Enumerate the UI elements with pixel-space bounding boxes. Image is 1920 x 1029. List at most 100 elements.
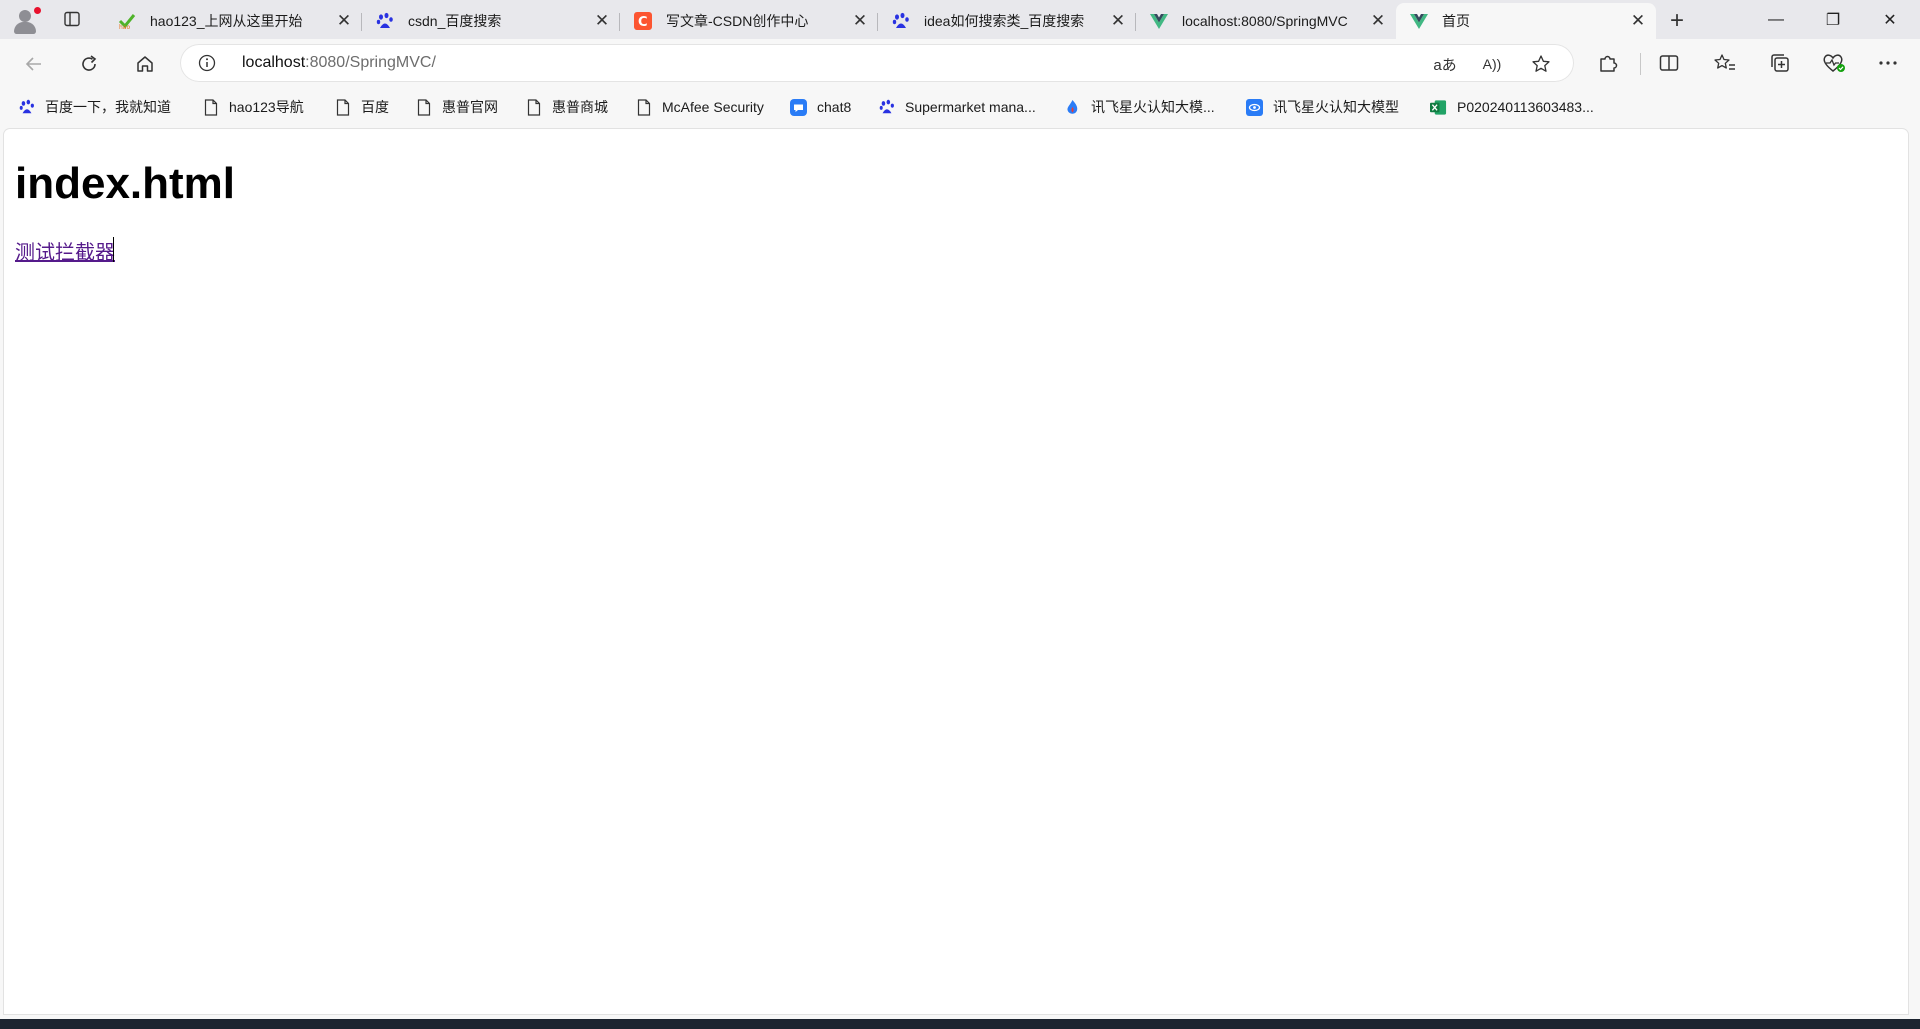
avatar-body bbox=[14, 22, 36, 34]
page-icon bbox=[334, 98, 351, 116]
bookmark-label: Supermarket mana... bbox=[905, 99, 1036, 115]
tab-title: idea如何搜索类_百度搜索 bbox=[924, 13, 1085, 29]
restore-button[interactable]: ❐ bbox=[1805, 0, 1861, 39]
bookmark-baidu-home[interactable]: 百度一下，我就知道 bbox=[18, 97, 171, 117]
bookmarks-bar: 百度一下，我就知道 hao123导航 百度 惠普官网 惠普商城 McAfee S… bbox=[0, 89, 1920, 125]
url-host: localhost bbox=[242, 54, 306, 71]
close-icon[interactable]: ✕ bbox=[594, 11, 610, 30]
spark-box-icon bbox=[1246, 98, 1263, 116]
bookmark-label: 百度 bbox=[361, 99, 389, 115]
star-outline-icon bbox=[1532, 55, 1550, 72]
bookmark-excel-file[interactable]: P020240113603483... bbox=[1430, 97, 1594, 117]
bookmark-hp-official[interactable]: 惠普官网 bbox=[415, 97, 498, 117]
close-icon[interactable]: ✕ bbox=[1110, 11, 1126, 30]
page-icon bbox=[525, 98, 542, 116]
new-tab-button[interactable]: + bbox=[1664, 7, 1690, 34]
excel-icon bbox=[1430, 99, 1447, 116]
bookmark-label: 惠普商城 bbox=[552, 99, 608, 115]
favorite-star-icon[interactable] bbox=[1530, 53, 1552, 75]
chat-bubble-icon bbox=[790, 98, 807, 116]
close-icon[interactable]: ✕ bbox=[1630, 11, 1646, 30]
bookmark-label: 讯飞星火认知大模型 bbox=[1273, 99, 1399, 115]
bookmark-baidu[interactable]: 百度 bbox=[334, 97, 389, 117]
close-icon[interactable]: ✕ bbox=[852, 11, 868, 30]
toolbar-divider bbox=[1640, 53, 1641, 75]
baidu-paw-icon bbox=[18, 99, 35, 116]
tab-localhost[interactable]: localhost:8080/SpringMVC ✕ bbox=[1136, 3, 1396, 39]
hao123-favicon: hao bbox=[118, 12, 136, 30]
bookmark-label: 惠普官网 bbox=[442, 99, 498, 115]
collections-button[interactable] bbox=[1768, 51, 1792, 75]
heart-pulse-icon bbox=[1823, 54, 1845, 72]
url-text[interactable]: localhost:8080/SpringMVC/ bbox=[242, 54, 436, 72]
bookmark-label: P020240113603483... bbox=[1457, 99, 1594, 115]
tab-csdn-write[interactable]: C 写文章-CSDN创作中心 ✕ bbox=[620, 3, 878, 39]
window-close-button[interactable]: ✕ bbox=[1862, 0, 1918, 39]
bookmark-hao123[interactable]: hao123导航 bbox=[202, 97, 304, 117]
bookmark-label: chat8 bbox=[817, 99, 852, 115]
bookmark-spark-model-2[interactable]: 讯飞星火认知大模型 bbox=[1246, 97, 1399, 117]
read-aloud-icon[interactable]: A)) bbox=[1477, 53, 1507, 75]
vue-favicon bbox=[1410, 12, 1428, 30]
text-cursor bbox=[113, 237, 114, 262]
translate-icon[interactable]: aあ bbox=[1430, 53, 1460, 75]
bookmark-hp-store[interactable]: 惠普商城 bbox=[525, 97, 608, 117]
page-heading: index.html bbox=[15, 159, 236, 208]
page-icon bbox=[415, 98, 432, 116]
close-icon[interactable]: ✕ bbox=[1370, 11, 1386, 30]
refresh-button[interactable] bbox=[73, 48, 105, 80]
bookmark-supermarket[interactable]: Supermarket mana... bbox=[878, 97, 1036, 117]
close-icon[interactable]: ✕ bbox=[336, 11, 352, 30]
split-screen-icon bbox=[1659, 55, 1679, 71]
bookmark-label: McAfee Security bbox=[662, 99, 764, 115]
baidu-paw-icon bbox=[878, 99, 895, 116]
tab-home-active[interactable]: 首页 ✕ bbox=[1396, 3, 1656, 39]
tab-title: 写文章-CSDN创作中心 bbox=[666, 13, 809, 29]
refresh-icon bbox=[82, 55, 97, 71]
page-icon bbox=[202, 98, 219, 116]
minimize-button[interactable]: — bbox=[1748, 0, 1804, 39]
csdn-c-favicon: C bbox=[634, 12, 652, 30]
url-path: :8080/SpringMVC/ bbox=[305, 54, 436, 71]
vue-favicon bbox=[1150, 12, 1168, 30]
home-button[interactable] bbox=[129, 48, 161, 80]
browser-toolbar: localhost:8080/SpringMVC/ aあ A)) bbox=[0, 39, 1920, 89]
baidu-paw-favicon bbox=[892, 12, 910, 30]
tab-csdn-search[interactable]: csdn_百度搜索 ✕ bbox=[362, 3, 620, 39]
svg-text:hao: hao bbox=[119, 24, 130, 30]
home-icon bbox=[137, 56, 153, 72]
page-viewport: index.html 测试拦截器 bbox=[4, 129, 1908, 1014]
site-info-icon[interactable] bbox=[198, 54, 216, 72]
tab-hao123[interactable]: hao hao123_上网从这里开始 ✕ bbox=[104, 3, 362, 39]
bookmark-label: 百度一下，我就知道 bbox=[45, 99, 171, 115]
favorites-button[interactable] bbox=[1713, 51, 1737, 75]
settings-more-button[interactable] bbox=[1876, 51, 1900, 75]
more-dots-icon bbox=[1879, 61, 1897, 65]
bookmark-label: 讯飞星火认知大模... bbox=[1091, 99, 1215, 115]
bookmark-mcafee[interactable]: McAfee Security bbox=[635, 97, 764, 117]
taskbar-edge bbox=[0, 1019, 1920, 1029]
avatar-head bbox=[19, 10, 31, 22]
split-screen-button[interactable] bbox=[1657, 51, 1681, 75]
page-icon bbox=[635, 98, 652, 116]
bookmark-chat8[interactable]: chat8 bbox=[790, 97, 851, 117]
puzzle-icon bbox=[1600, 55, 1618, 72]
spark-icon bbox=[1064, 99, 1081, 116]
extensions-button[interactable] bbox=[1596, 51, 1620, 75]
collections-icon bbox=[1771, 54, 1789, 72]
baidu-paw-favicon bbox=[376, 12, 394, 30]
tab-idea-search[interactable]: idea如何搜索类_百度搜索 ✕ bbox=[878, 3, 1136, 39]
tab-title: localhost:8080/SpringMVC bbox=[1182, 13, 1348, 29]
bookmark-spark-model-1[interactable]: 讯飞星火认知大模... bbox=[1064, 97, 1215, 117]
tab-strip: hao hao123_上网从这里开始 ✕ csdn_百度搜索 ✕ C 写文章-C… bbox=[0, 0, 1920, 39]
back-arrow-icon bbox=[25, 57, 41, 71]
svg-text:C: C bbox=[638, 15, 648, 30]
browser-essentials-button[interactable] bbox=[1822, 51, 1846, 75]
test-interceptor-link[interactable]: 测试拦截器 bbox=[15, 236, 115, 265]
address-bar[interactable]: localhost:8080/SpringMVC/ aあ A)) bbox=[180, 44, 1574, 82]
tab-title: hao123_上网从这里开始 bbox=[150, 13, 303, 29]
profile-avatar[interactable] bbox=[10, 5, 41, 35]
notification-dot bbox=[34, 7, 41, 14]
back-button[interactable] bbox=[18, 48, 50, 80]
tab-actions-icon[interactable] bbox=[64, 11, 80, 27]
